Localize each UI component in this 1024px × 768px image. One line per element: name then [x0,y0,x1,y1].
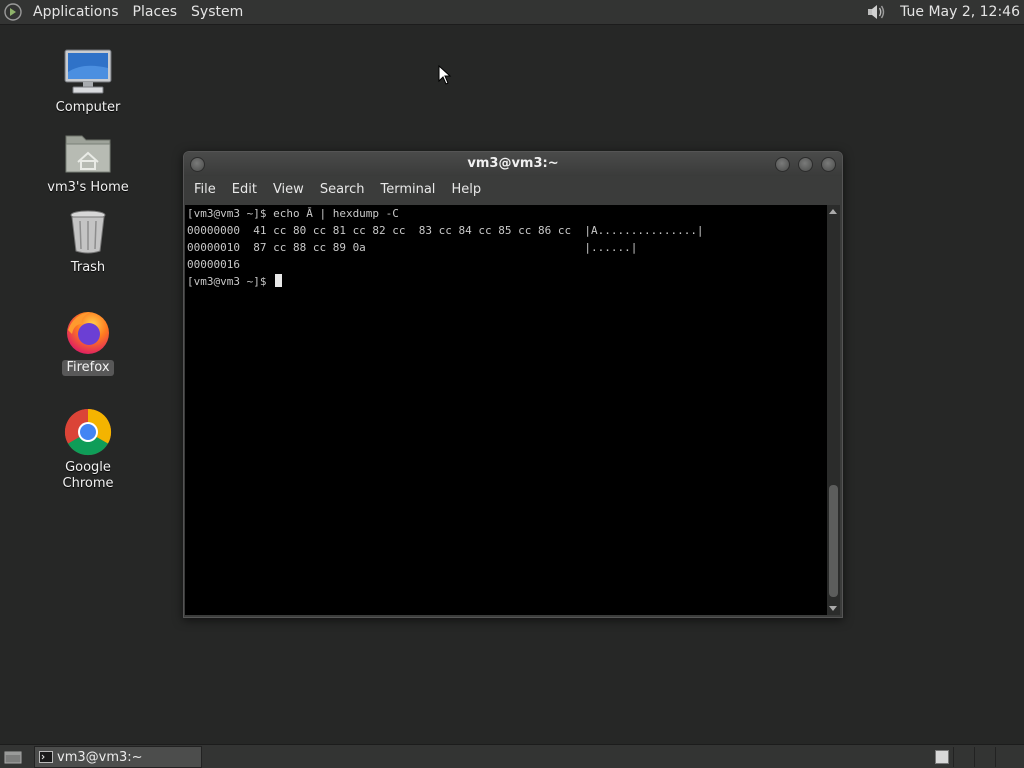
workspace-1[interactable] [935,750,949,764]
desktop-icon-label: vm3's Home [47,180,129,195]
menu-edit[interactable]: Edit [224,176,265,204]
close-button[interactable] [821,157,836,172]
text-cursor [275,274,283,287]
panel-clock[interactable]: Tue May 2, 12:46 [892,4,1024,20]
window-titlebar[interactable]: vm3@vm3:~ [184,152,842,176]
firefox-icon [62,306,114,358]
desktop-icon-label: Computer [55,100,121,115]
computer-monitor-icon [62,46,114,98]
terminal-prompt: [vm3@vm3 ~]$ [187,275,274,288]
terminal-line: [vm3@vm3 ~]$ echo Ā | hexdump -C [187,207,399,220]
gnome-foot-icon[interactable] [0,0,26,24]
menu-help[interactable]: Help [443,176,489,204]
terminal-prompt-line[interactable]: [vm3@vm3 ~]$ [185,273,827,290]
desktop-icon-label: Firefox [62,360,114,376]
desktop-icon-chrome[interactable]: Google Chrome [38,406,138,492]
taskbar-window-button[interactable]: vm3@vm3:~ [34,746,202,768]
desktop-icon-label: Trash [70,260,106,275]
places-menu[interactable]: Places [126,0,185,24]
workspace-switcher [931,745,1016,768]
trash-can-icon [62,206,114,258]
terminal-icon [35,751,57,763]
show-desktop-icon[interactable] [0,745,26,768]
menu-view[interactable]: View [265,176,312,204]
scrollbar-thumb[interactable] [829,485,838,597]
terminal-line: 00000010 87 cc 88 cc 89 0a |......| [187,241,638,254]
speaker-volume-icon[interactable] [862,0,892,24]
bottom-panel: vm3@vm3:~ [0,744,1024,768]
scroll-up-arrow-icon[interactable] [829,209,837,214]
desktop-icon-computer[interactable]: Computer [38,46,138,116]
mouse-pointer-icon [438,65,452,85]
window-title: vm3@vm3:~ [467,156,559,171]
chrome-icon [62,406,114,458]
desktop: Applications Places System Tue May 2, 12… [0,0,1024,768]
terminal-menubar: File Edit View Search Terminal Help [184,176,842,204]
workspace-4[interactable] [995,747,1016,767]
maximize-button[interactable] [798,157,813,172]
top-panel: Applications Places System Tue May 2, 12… [0,0,1024,25]
system-menu[interactable]: System [184,0,250,24]
desktop-icon-label: Google Chrome [62,460,114,491]
menu-search[interactable]: Search [312,176,373,204]
terminal-window[interactable]: vm3@vm3:~ File Edit View Search Terminal… [183,151,843,618]
workspace-3[interactable] [974,747,995,767]
menu-terminal[interactable]: Terminal [372,176,443,204]
panel-right-area: Tue May 2, 12:46 [862,0,1024,24]
terminal-line: 00000016 [187,258,240,271]
desktop-icon-home[interactable]: vm3's Home [38,126,138,196]
terminal-scrollbar[interactable] [827,205,840,615]
home-folder-icon [62,126,114,178]
terminal-output[interactable]: [vm3@vm3 ~]$ echo Ā | hexdump -C 0000000… [185,205,827,615]
taskbar-window-label: vm3@vm3:~ [57,749,143,765]
scroll-down-arrow-icon[interactable] [829,606,837,611]
terminal-line: 00000000 41 cc 80 cc 81 cc 82 cc 83 cc 8… [187,224,704,237]
minimize-button[interactable] [775,157,790,172]
menu-file[interactable]: File [186,176,224,204]
applications-menu[interactable]: Applications [26,0,126,24]
workspace-2[interactable] [953,747,974,767]
window-menu-button[interactable] [190,157,205,172]
desktop-icon-firefox[interactable]: Firefox [38,306,138,376]
desktop-icon-trash[interactable]: Trash [38,206,138,276]
